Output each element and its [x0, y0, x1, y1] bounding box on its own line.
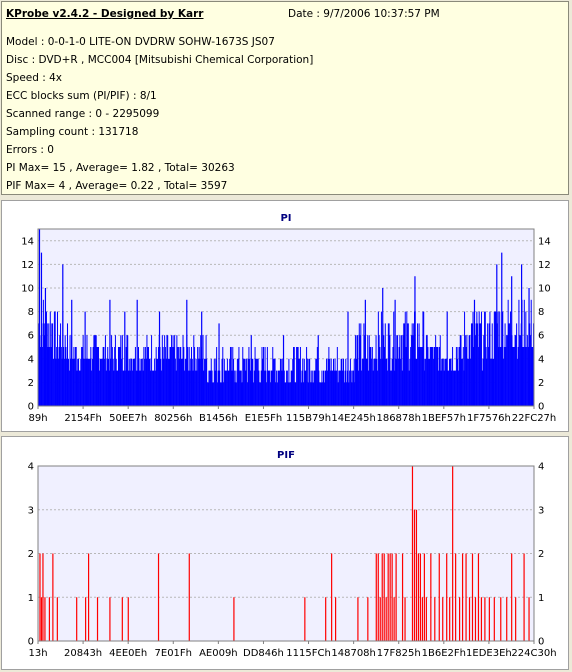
- y-tick-label-right: 12: [538, 260, 551, 271]
- x-tick-label: 20843h: [64, 648, 102, 659]
- x-tick-label: 89h: [28, 413, 47, 424]
- y-tick-label-right: 14: [538, 236, 551, 247]
- chart-title: PIF: [277, 450, 295, 461]
- info-sampling-count: Sampling count : 131718: [6, 126, 139, 138]
- x-tick-label: 17F825h: [377, 648, 421, 659]
- x-tick-label: 115B79h: [286, 413, 331, 424]
- x-tick-label: 4EE0Eh: [109, 648, 147, 659]
- pif-chart-panel: PIF 0 0 1 1 2 2 3 3 4 4 13h 20843h 4EE0Eh 7E01Fh AE009h…: [1, 436, 569, 670]
- x-tick-label: 14E245h: [331, 413, 375, 424]
- y-tick-label-left: 14: [21, 236, 34, 247]
- info-model: Model : 0-0-1-0 LITE-ON DVDRW SOHW-1673S…: [6, 36, 275, 48]
- x-tick-label: 148708h: [331, 648, 376, 659]
- x-tick-label: 224C30h: [511, 648, 556, 659]
- y-tick-label-left: 10: [21, 284, 34, 295]
- y-tick-label-right: 10: [538, 284, 551, 295]
- y-tick-label-right: 8: [538, 307, 544, 318]
- pi-chart: PI 0 0 2 2 4 4 6 6 8 8 10 10 12 12 14 14 89h 2154Fh 50EE7h 8…: [21, 213, 557, 424]
- app-title: KProbe v2.4.2 - Designed by Karr: [6, 8, 204, 20]
- y-tick-label-right: 2: [538, 378, 544, 389]
- info-speed: Speed : 4x: [6, 72, 63, 84]
- x-tick-label: B1456h: [199, 413, 238, 424]
- y-tick-label-left: 2: [28, 549, 34, 560]
- chart-title: PI: [280, 213, 291, 224]
- scan-date: Date : 9/7/2006 10:37:57 PM: [288, 8, 440, 20]
- info-panel: KProbe v2.4.2 - Designed by Karr Date : …: [1, 1, 569, 195]
- y-tick-label-left: 1: [28, 593, 34, 604]
- y-tick-label-right: 0: [538, 402, 544, 413]
- x-tick-label: 1F7576h: [467, 413, 511, 424]
- x-tick-label: E1E5Fh: [245, 413, 282, 424]
- y-tick-label-right: 4: [538, 354, 544, 365]
- info-disc: Disc : DVD+R , MCC004 [Mitsubishi Chemic…: [6, 54, 314, 66]
- y-tick-label-right: 6: [538, 331, 544, 342]
- info-pi-summary: PI Max= 15 , Average= 1.82 , Total= 3026…: [6, 162, 235, 174]
- y-tick-label-left: 0: [28, 402, 34, 413]
- y-tick-label-left: 6: [28, 331, 34, 342]
- x-tick-label: AE009h: [199, 648, 238, 659]
- y-tick-label-left: 4: [28, 354, 34, 365]
- y-tick-label-left: 2: [28, 378, 34, 389]
- y-tick-label-right: 4: [538, 462, 544, 473]
- x-tick-label: 7E01Fh: [155, 648, 193, 659]
- info-errors: Errors : 0: [6, 144, 54, 156]
- y-tick-label-left: 3: [28, 505, 34, 516]
- y-tick-label-left: 4: [28, 462, 34, 473]
- x-tick-label: 2154Fh: [64, 413, 102, 424]
- x-tick-label: 1EDE3Eh: [466, 648, 512, 659]
- y-tick-label-left: 8: [28, 307, 34, 318]
- x-tick-label: 1115FCh: [286, 648, 331, 659]
- info-scanned-range: Scanned range : 0 - 2295099: [6, 108, 160, 120]
- x-tick-label: 186878h: [376, 413, 421, 424]
- x-tick-label: 22FC27h: [512, 413, 557, 424]
- x-tick-label: 1B6E2Fh: [422, 648, 466, 659]
- x-tick-label: 80256h: [154, 413, 192, 424]
- y-tick-label-right: 1: [538, 593, 544, 604]
- x-tick-label: DD846h: [243, 648, 284, 659]
- x-tick-label: 50EE7h: [109, 413, 147, 424]
- y-tick-label-right: 3: [538, 505, 544, 516]
- x-tick-label: 13h: [28, 648, 47, 659]
- y-tick-label-left: 0: [28, 637, 34, 648]
- pi-chart-panel: PI 0 0 2 2 4 4 6 6 8 8 10 10 12 12 14 14 89h 2154Fh 50EE7h 8…: [1, 200, 569, 432]
- y-tick-label-right: 2: [538, 549, 544, 560]
- pif-chart: PIF 0 0 1 1 2 2 3 3 4 4 13h 20843h 4EE0Eh 7E01Fh AE009h…: [28, 450, 557, 659]
- x-tick-label: 1BEF57h: [422, 413, 466, 424]
- y-tick-label-right: 0: [538, 637, 544, 648]
- info-ecc-blocks: ECC blocks sum (PI/PIF) : 8/1: [6, 90, 157, 102]
- info-pif-summary: PIF Max= 4 , Average= 0.22 , Total= 3597: [6, 180, 228, 192]
- y-tick-label-left: 12: [21, 260, 34, 271]
